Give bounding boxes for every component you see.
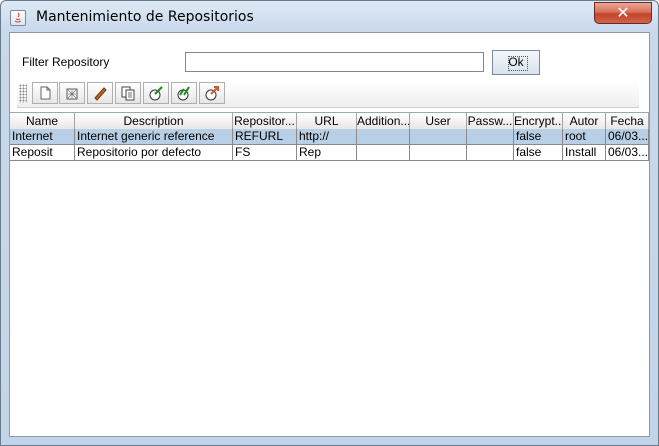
cell-autor[interactable]: Install [563,145,606,161]
java-app-icon [10,10,26,26]
cell-additional[interactable] [357,145,410,161]
toolbar [17,81,639,108]
copy-button[interactable] [115,82,141,104]
column-header-description[interactable]: Description [75,113,233,129]
validate-all-button[interactable] [171,82,197,104]
cell-password[interactable] [467,145,514,161]
new-document-icon [40,86,51,100]
edit-pencil-icon [94,87,107,101]
filter-label: Filter Repository [22,55,110,69]
cell-fecha[interactable]: 06/03... [606,145,649,161]
cell-repository[interactable]: REFURL [233,129,297,145]
column-header-encrypted[interactable]: Encrypt... [514,113,563,129]
cell-description[interactable]: Repositorio por defecto [75,145,233,161]
column-header-autor[interactable]: Autor [563,113,606,129]
edit-button[interactable] [87,82,113,104]
cell-fecha[interactable]: 06/03... [606,129,649,145]
filter-repository-input[interactable] [185,52,484,72]
column-header-fecha[interactable]: Fecha [606,113,649,129]
export-button[interactable] [199,82,225,104]
cell-url[interactable]: Rep [297,145,357,161]
ok-button[interactable]: Ok [492,50,540,75]
column-header-name[interactable]: Name [10,113,75,129]
copy-icon [121,86,135,101]
table-header: Name Description Repositor... URL Additi… [10,113,649,130]
cell-url[interactable]: http:// [297,129,357,145]
cell-password[interactable] [467,129,514,145]
check-green-icon [149,86,163,101]
column-header-url[interactable]: URL [297,113,357,129]
dialog-content: Filter Repository Ok Name Description Re… [9,32,650,437]
check-all-icon [177,86,190,101]
table-row[interactable]: Internet Internet generic reference REFU… [10,129,649,145]
cell-user[interactable] [410,129,467,145]
column-header-additional[interactable]: Addition... [357,113,410,129]
table-row[interactable]: Reposit Repositorio por defecto FS Rep f… [10,145,649,161]
new-button[interactable] [32,82,58,104]
cell-autor[interactable]: root [563,129,606,145]
cell-description[interactable]: Internet generic reference [75,129,233,145]
close-button[interactable]: ✕ [594,2,652,24]
close-icon: ✕ [616,3,630,22]
cell-encrypted[interactable]: false [514,129,563,145]
export-icon [205,86,219,101]
cell-user[interactable] [410,145,467,161]
repositories-table[interactable]: Name Description Repositor... URL Additi… [10,112,649,437]
cell-repository[interactable]: FS [233,145,297,161]
cell-encrypted[interactable]: false [514,145,563,161]
cell-additional[interactable] [357,129,410,145]
column-header-password[interactable]: Passw... [467,113,514,129]
toolbar-grip[interactable] [19,84,27,103]
delete-icon [66,88,78,100]
column-header-user[interactable]: User [410,113,467,129]
dialog-window: Mantenimiento de Repositorios ✕ Filter R… [0,0,659,446]
column-header-repository[interactable]: Repositor... [233,113,297,129]
window-title: Mantenimiento de Repositorios [36,9,254,25]
focus-ring [508,56,528,71]
validate-button[interactable] [143,82,169,104]
delete-button[interactable] [59,82,85,104]
title-bar[interactable]: Mantenimiento de Repositorios ✕ [1,1,658,33]
cell-name[interactable]: Internet [10,129,75,145]
cell-name[interactable]: Reposit [10,145,75,161]
